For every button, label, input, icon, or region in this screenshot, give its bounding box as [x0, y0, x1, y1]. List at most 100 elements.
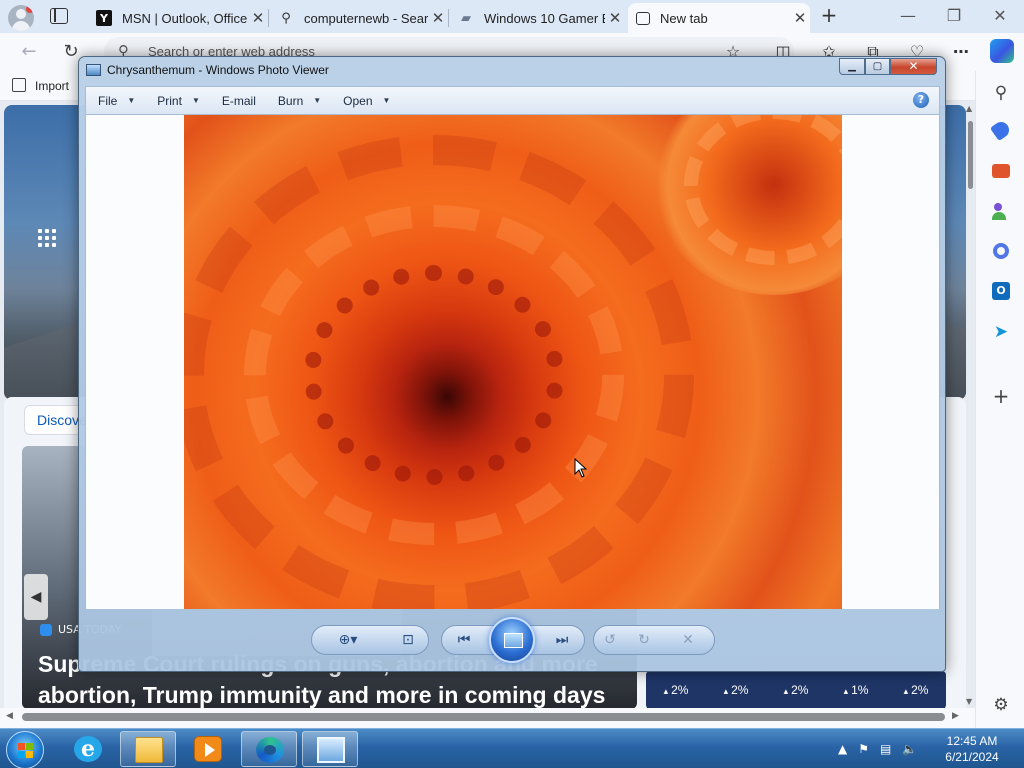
tab-actions-icon[interactable] [50, 8, 68, 24]
media-player-icon [194, 736, 222, 762]
close-button[interactable]: ✕ [890, 58, 937, 75]
horizontal-scrollbar[interactable]: ◀ ▶ [0, 708, 975, 728]
precip-value: 2% [784, 683, 808, 697]
internet-explorer-icon: e [74, 736, 102, 762]
window-title: Chrysanthemum - Windows Photo Viewer [107, 63, 329, 77]
rotate-right-icon[interactable]: ↻ [633, 630, 655, 650]
clock-date: 6/21/2024 [945, 750, 999, 764]
menu-print[interactable]: Print ▼ [145, 87, 210, 114]
tab-title: New tab [660, 10, 708, 26]
clock-time: 12:45 AM [946, 734, 998, 748]
taskbar-internet-explorer[interactable]: e [60, 731, 116, 767]
notification-dot [26, 5, 34, 13]
scroll-down-icon[interactable]: ▼ [966, 697, 972, 706]
apps-grid-icon[interactable] [38, 229, 58, 249]
show-hidden-icons-icon[interactable]: ▲ [838, 742, 847, 756]
tab-separator [448, 9, 449, 27]
gear-icon[interactable]: ⚙ [991, 695, 1011, 715]
shopping-tag-icon[interactable] [989, 118, 1013, 142]
minimize-icon[interactable]: — [898, 6, 918, 26]
scrollbar-thumb[interactable] [22, 713, 945, 721]
scroll-up-icon[interactable]: ▲ [966, 104, 972, 113]
taskbar-file-explorer[interactable] [120, 731, 176, 767]
tab-search[interactable]: ⚲ computernewb - Search ✕ [270, 3, 448, 33]
scrollbar-thumb[interactable] [968, 121, 973, 189]
start-button[interactable] [6, 731, 44, 768]
edge-sidebar: ⚲ O ➤ + ⚙ [975, 71, 1024, 728]
scroll-right-icon[interactable]: ▶ [952, 711, 959, 721]
close-icon[interactable]: ✕ [248, 9, 268, 27]
help-icon[interactable]: ? [913, 92, 929, 108]
tab-title: Windows 10 Gamer Edition [484, 10, 605, 26]
tab-msn[interactable]: Y MSN | Outlook, Office ✕ [88, 3, 268, 33]
menu-label: Burn [277, 93, 304, 108]
tools-briefcase-icon[interactable] [992, 164, 1010, 178]
page-icon: ▰ [461, 10, 471, 26]
vertical-scrollbar[interactable]: ▲ ▼ [965, 101, 975, 708]
menu-bar: File ▼ Print ▼ E-mail Burn ▼ Open ▼ ? [85, 86, 940, 115]
zoom-icon[interactable]: ⊕▾ [337, 630, 359, 650]
edge-icon [256, 737, 284, 763]
menu-file[interactable]: File ▼ [86, 87, 145, 114]
previous-icon[interactable]: ⏮ [453, 630, 475, 650]
office-icon[interactable] [993, 243, 1009, 259]
rotate-left-icon[interactable]: ↺ [599, 630, 621, 650]
copilot-icon[interactable] [990, 39, 1014, 63]
import-icon [12, 78, 26, 92]
folder-icon [135, 737, 163, 763]
newtab-icon [636, 11, 650, 25]
taskbar-edge[interactable] [241, 731, 297, 767]
carousel-prev-button[interactable]: ◀ [24, 574, 48, 620]
precip-value: 2% [664, 683, 688, 697]
menu-label: Open [343, 93, 373, 108]
clock[interactable]: 12:45 AM 6/21/2024 [930, 733, 1014, 765]
scroll-left-icon[interactable]: ◀ [6, 711, 13, 721]
restore-icon[interactable]: ❐ [944, 6, 964, 26]
tab-windows10[interactable]: ▰ Windows 10 Gamer Edition ✕ [450, 3, 625, 33]
title-bar[interactable]: Chrysanthemum - Windows Photo Viewer ▁ ▢… [79, 57, 945, 83]
chevron-down-icon: ▼ [382, 96, 391, 105]
close-icon[interactable]: ✕ [790, 9, 810, 27]
menu-email[interactable]: E-mail [210, 87, 266, 114]
tab-title: MSN | Outlook, Office [122, 10, 248, 26]
close-window-icon[interactable]: ✕ [990, 6, 1010, 26]
tab-new-tab[interactable]: New tab ✕ [628, 3, 810, 33]
photo-viewer-window: Chrysanthemum - Windows Photo Viewer ▁ ▢… [78, 56, 946, 672]
weather-forecast[interactable]: 2% 2% 2% 1% 2% [646, 671, 946, 708]
taskbar-media-player[interactable] [180, 731, 236, 767]
minimize-button[interactable]: ▁ [839, 58, 865, 75]
headline-line-2: abortion, Trump immunity and more in com… [38, 682, 606, 708]
search-icon: ⚲ [281, 10, 291, 26]
maximize-button[interactable]: ▢ [865, 58, 890, 75]
tab-title: computernewb - Search [304, 10, 428, 26]
chevron-down-icon: ▼ [191, 96, 200, 105]
close-icon[interactable]: ✕ [428, 9, 448, 27]
profile-avatar[interactable] [8, 5, 34, 31]
action-center-flag-icon[interactable]: ⚑ [858, 742, 869, 756]
delete-icon[interactable]: ✕ [677, 630, 699, 650]
image-view-area[interactable] [85, 115, 940, 609]
slideshow-button[interactable] [489, 617, 535, 663]
search-icon[interactable]: ⚲ [991, 83, 1011, 103]
taskbar-photo-viewer[interactable] [302, 731, 358, 767]
next-icon[interactable]: ⏭ [551, 630, 573, 650]
petal-layer [304, 265, 564, 485]
msn-icon: Y [96, 10, 112, 26]
import-favorites-link[interactable]: Import [35, 79, 69, 93]
outlook-icon[interactable]: O [992, 282, 1010, 300]
people-icon[interactable] [992, 203, 1010, 221]
chevron-down-icon: ▼ [127, 96, 136, 105]
more-icon[interactable]: ⋯ [950, 41, 972, 63]
new-tab-button[interactable]: + [818, 4, 840, 26]
actual-size-icon[interactable]: ⊡ [397, 630, 419, 650]
back-icon[interactable]: ← [18, 41, 40, 63]
menu-burn[interactable]: Burn ▼ [266, 87, 331, 114]
volume-muted-icon[interactable]: 🔈 [902, 742, 917, 756]
close-icon[interactable]: ✕ [605, 9, 625, 27]
send-icon[interactable]: ➤ [991, 322, 1011, 342]
network-icon[interactable]: ▤ [880, 742, 891, 756]
second-flower [654, 115, 842, 295]
precip-value: 1% [844, 683, 868, 697]
add-icon[interactable]: + [991, 386, 1011, 406]
menu-open[interactable]: Open ▼ [331, 87, 400, 114]
